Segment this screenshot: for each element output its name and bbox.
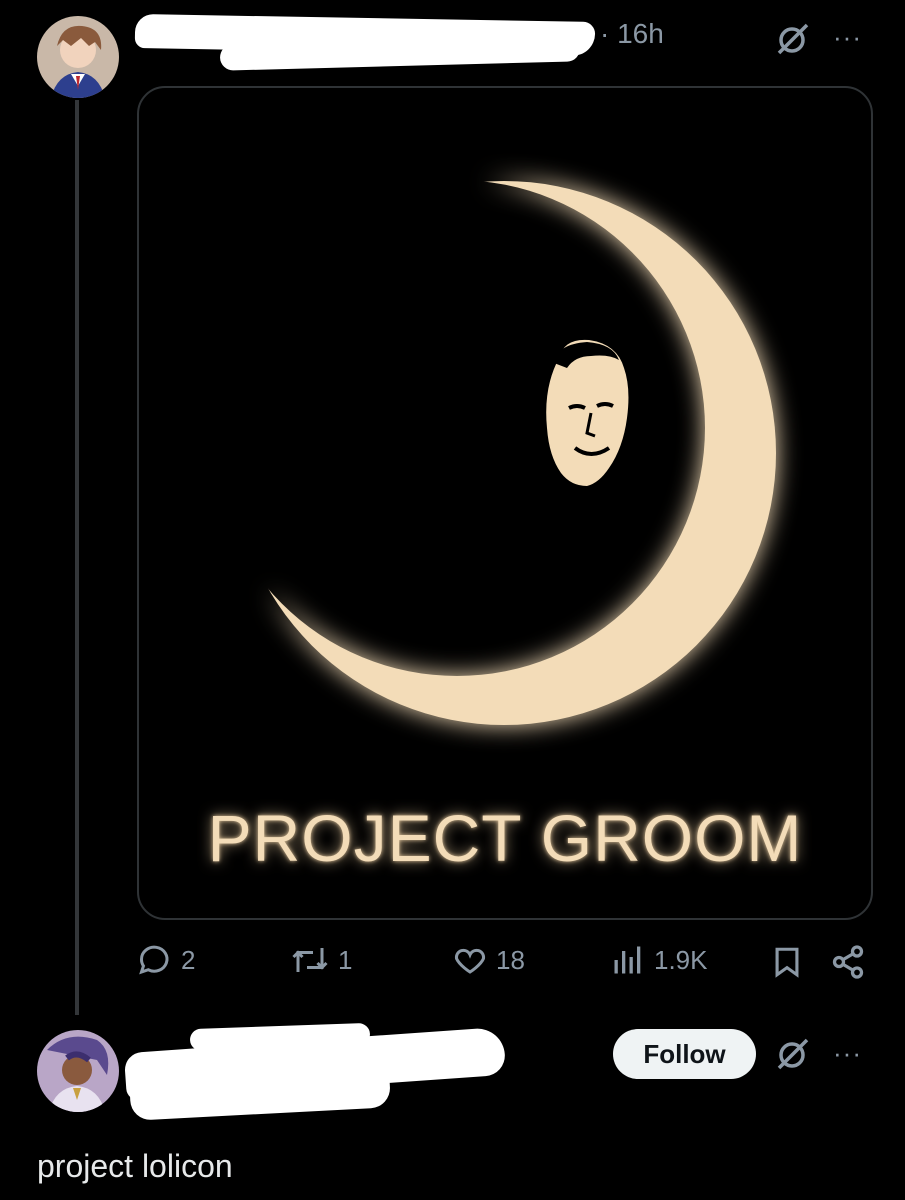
share-icon [832,945,864,979]
media-title-text: PROJECT GROOM [207,801,803,875]
grok-icon[interactable] [770,17,814,61]
repost-button[interactable]: 1 [290,942,352,978]
follow-button[interactable]: Follow [613,1029,756,1079]
bookmark-button[interactable] [770,944,804,985]
like-count: 18 [496,944,525,975]
views-button[interactable]: 1.9K [610,942,708,978]
reply-more-icon[interactable]: ··· [833,1038,862,1069]
post-timestamp: · 16h [600,18,664,49]
views-count: 1.9K [654,944,708,975]
thread-connector-line [75,100,79,1015]
author-avatar[interactable] [37,16,119,98]
bookmark-icon [775,947,799,978]
reply-grok-icon[interactable] [770,1032,814,1076]
views-icon [614,946,641,974]
reply-author-avatar[interactable] [37,1030,119,1112]
more-icon[interactable]: ··· [833,22,862,53]
reply-count: 2 [181,944,196,975]
reply-icon [139,945,169,975]
repost-icon [292,948,328,972]
share-button[interactable] [830,944,866,985]
crescent-moon-graphic [139,88,871,788]
reply-text: project lolicon [37,1148,233,1184]
post-media-image[interactable]: PROJECT GROOM [137,86,873,920]
like-button[interactable]: 18 [452,942,525,978]
repost-count: 1 [338,944,353,975]
like-icon [454,948,486,974]
reply-button[interactable]: 2 [137,942,195,978]
